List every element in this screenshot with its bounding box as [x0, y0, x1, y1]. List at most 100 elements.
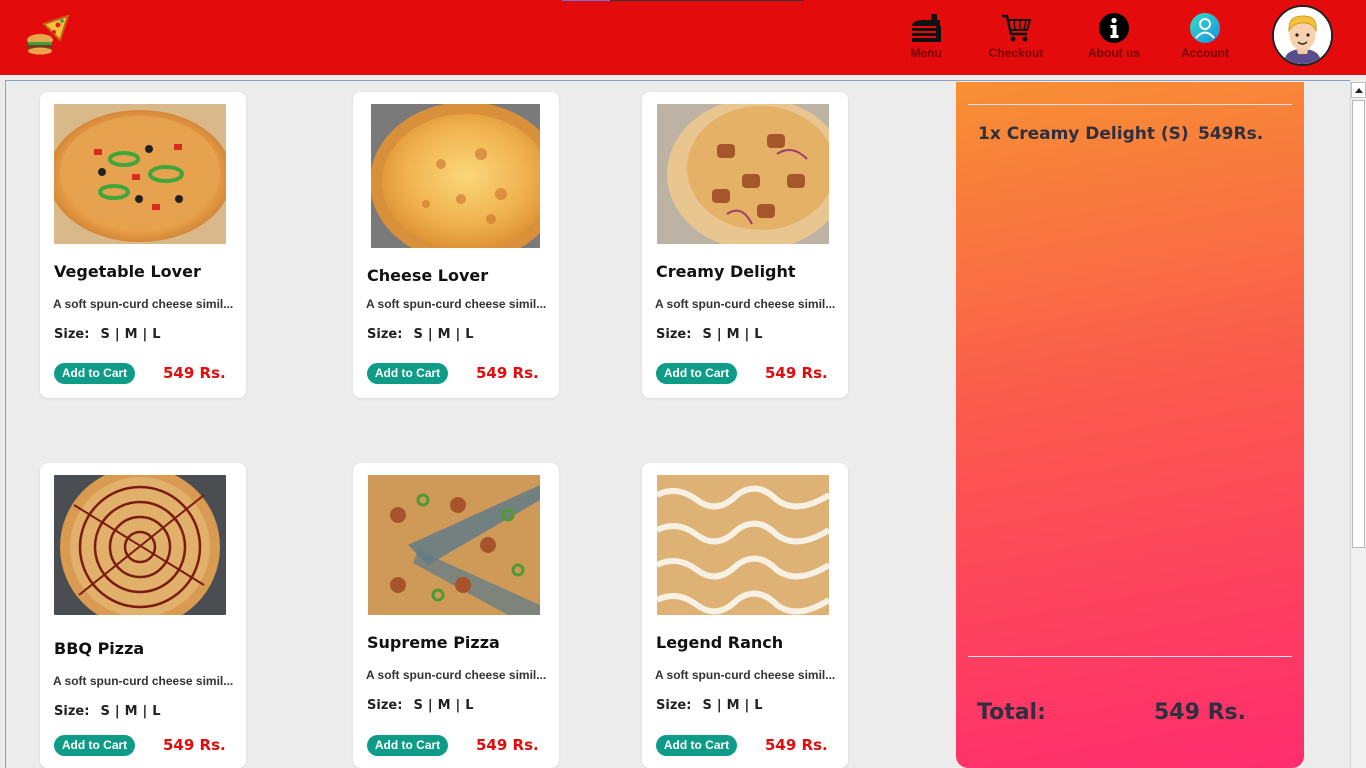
nav-about-us-label: About us [1088, 46, 1140, 60]
add-to-cart-button[interactable]: Add to Cart [54, 363, 135, 384]
size-label: Size: [656, 698, 692, 713]
size-separator: | [114, 704, 120, 719]
cart-top-divider [968, 104, 1292, 105]
nav-checkout-label: Checkout [988, 46, 1044, 60]
size-option-s[interactable]: S [100, 704, 109, 719]
size-option-s[interactable]: S [702, 327, 711, 342]
size-option-m[interactable]: M [438, 698, 451, 713]
size-option-m[interactable]: M [125, 704, 138, 719]
nav-checkout[interactable]: Checkout [987, 12, 1045, 68]
size-separator: | [427, 698, 433, 713]
scroll-up-arrow-icon[interactable] [1351, 82, 1366, 98]
pizza-description: A soft spun-curd cheese simil... [53, 674, 234, 688]
add-to-cart-button[interactable]: Add to Cart [656, 363, 737, 384]
size-label: Size: [54, 704, 90, 719]
nav-account-label: Account [1181, 46, 1229, 60]
size-option-l[interactable]: L [152, 327, 160, 342]
size-option-s[interactable]: S [413, 698, 422, 713]
menu-card-legend-ranch: Legend Ranch A soft spun-curd cheese sim… [642, 463, 848, 768]
pizza-price: 549 Rs. [163, 364, 226, 382]
pizza-name: Cheese Lover [367, 266, 489, 285]
nav-account[interactable]: Account [1178, 12, 1232, 68]
size-option-l[interactable]: L [465, 698, 473, 713]
size-option-l[interactable]: L [754, 698, 762, 713]
size-selector: Size: S | M | L [367, 698, 476, 713]
pizza-name: BBQ Pizza [54, 639, 145, 658]
size-label: Size: [367, 327, 403, 342]
info-icon [1099, 13, 1129, 43]
pizza-description: A soft spun-curd cheese simil... [655, 297, 836, 311]
size-selector: Size: S | M | L [54, 327, 163, 342]
pizza-price: 549 Rs. [765, 736, 828, 754]
size-separator: | [716, 698, 722, 713]
size-label: Size: [367, 698, 403, 713]
cart-line-item-price: 549Rs. [1198, 124, 1264, 144]
add-to-cart-button[interactable]: Add to Cart [367, 735, 448, 756]
add-to-cart-button[interactable]: Add to Cart [367, 363, 448, 384]
size-separator: | [744, 698, 750, 713]
size-selector: Size: S | M | L [656, 698, 765, 713]
pizza-price: 549 Rs. [163, 736, 226, 754]
menu-card-bbq-pizza: BBQ Pizza A soft spun-curd cheese simil.… [40, 463, 246, 768]
cart-total-label: Total: [977, 700, 1046, 725]
pizza-photo [657, 475, 829, 615]
pizza-photo [54, 475, 226, 615]
size-option-m[interactable]: M [438, 327, 451, 342]
size-option-s[interactable]: S [413, 327, 422, 342]
pizza-logo-icon[interactable] [24, 10, 72, 56]
pizza-photo [371, 104, 540, 248]
scrollbar-thumb[interactable] [1352, 100, 1365, 548]
pizza-price: 549 Rs. [765, 364, 828, 382]
pizza-description: A soft spun-curd cheese simil... [366, 668, 547, 682]
size-separator: | [455, 327, 461, 342]
pizza-price: 549 Rs. [476, 364, 539, 382]
size-separator: | [455, 698, 461, 713]
header-top-line [562, 0, 804, 1]
cart-icon [1002, 14, 1032, 42]
pizza-name: Creamy Delight [656, 262, 796, 281]
user-icon [1190, 13, 1220, 43]
top-navbar: Menu Checkout About us Account [0, 0, 1366, 75]
menu-card-supreme-pizza: Supreme Pizza A soft spun-curd cheese si… [353, 463, 559, 768]
size-selector: Size: S | M | L [54, 704, 163, 719]
size-selector: Size: S | M | L [656, 327, 765, 342]
nav-menu-label: Menu [910, 46, 942, 60]
pizza-photo [368, 475, 540, 615]
add-to-cart-button[interactable]: Add to Cart [54, 735, 135, 756]
cart-bottom-divider [968, 656, 1292, 657]
size-option-m[interactable]: M [727, 327, 740, 342]
pizza-description: A soft spun-curd cheese simil... [53, 297, 234, 311]
cart-panel: 1x Creamy Delight (S) 549Rs. Total: 549 … [956, 82, 1304, 768]
nav-menu[interactable]: Menu [904, 12, 948, 68]
pizza-price: 549 Rs. [476, 736, 539, 754]
size-option-s[interactable]: S [702, 698, 711, 713]
size-option-l[interactable]: L [465, 327, 473, 342]
menu-card-cheese-lover: Cheese Lover A soft spun-curd cheese sim… [353, 92, 559, 398]
size-option-l[interactable]: L [754, 327, 762, 342]
size-option-m[interactable]: M [125, 327, 138, 342]
nav-about-us[interactable]: About us [1086, 12, 1142, 68]
pizza-name: Legend Ranch [656, 633, 784, 652]
pizza-name: Vegetable Lover [54, 262, 201, 281]
size-option-l[interactable]: L [152, 704, 160, 719]
pizza-description: A soft spun-curd cheese simil... [366, 297, 547, 311]
pizza-name: Supreme Pizza [367, 633, 500, 652]
burger-icon [912, 14, 941, 42]
size-label: Size: [54, 327, 90, 342]
cart-line-item: 1x Creamy Delight (S) [978, 124, 1189, 144]
profile-avatar[interactable] [1272, 5, 1333, 66]
vertical-scrollbar[interactable] [1350, 80, 1366, 768]
size-separator: | [142, 327, 148, 342]
menu-card-creamy-delight: Creamy Delight A soft spun-curd cheese s… [642, 92, 848, 398]
add-to-cart-button[interactable]: Add to Cart [656, 735, 737, 756]
pizza-photo [657, 104, 829, 244]
size-option-s[interactable]: S [100, 327, 109, 342]
pizza-description: A soft spun-curd cheese simil... [655, 668, 836, 682]
size-separator: | [427, 327, 433, 342]
pizza-photo [54, 104, 226, 244]
size-separator: | [142, 704, 148, 719]
size-selector: Size: S | M | L [367, 327, 476, 342]
size-option-m[interactable]: M [727, 698, 740, 713]
menu-card-vegetable-lover: Vegetable Lover A soft spun-curd cheese … [40, 92, 246, 398]
cart-total-value: 549 Rs. [1154, 700, 1246, 725]
